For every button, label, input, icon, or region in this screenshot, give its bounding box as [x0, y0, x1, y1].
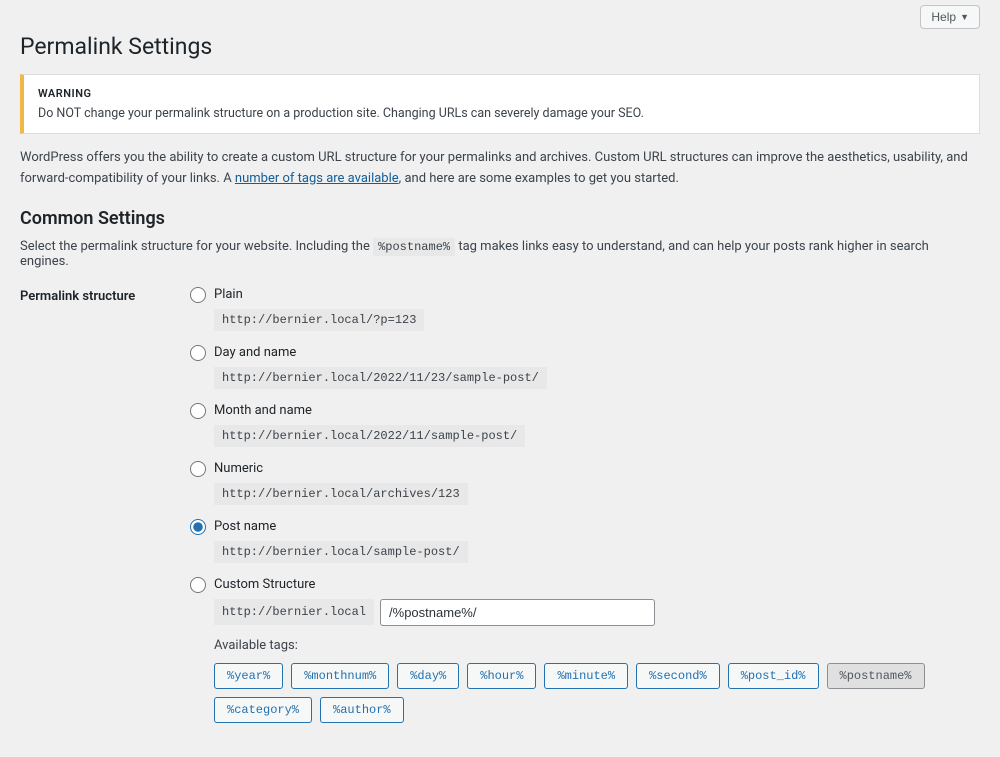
- tag-post-id[interactable]: %post_id%: [728, 663, 819, 689]
- example-postname: http://bernier.local/sample-post/: [214, 541, 468, 563]
- label-plain[interactable]: Plain: [214, 287, 243, 302]
- tag-monthnum[interactable]: %monthnum%: [291, 663, 389, 689]
- option-plain: Plain http://bernier.local/?p=123: [190, 287, 980, 331]
- option-postname: Post name http://bernier.local/sample-po…: [190, 519, 980, 563]
- radio-dayname[interactable]: [190, 345, 206, 361]
- tag-year[interactable]: %year%: [214, 663, 283, 689]
- tags-available-link[interactable]: number of tags are available: [235, 171, 399, 186]
- custom-structure-input[interactable]: [380, 599, 655, 626]
- tag-minute[interactable]: %minute%: [544, 663, 628, 689]
- custom-base: http://bernier.local: [214, 599, 374, 625]
- help-button[interactable]: Help ▼: [920, 5, 980, 29]
- help-label: Help: [931, 10, 956, 24]
- label-numeric[interactable]: Numeric: [214, 461, 263, 476]
- warning-notice: WARNING Do NOT change your permalink str…: [20, 74, 980, 134]
- example-numeric: http://bernier.local/archives/123: [214, 483, 468, 505]
- chevron-down-icon: ▼: [960, 12, 969, 22]
- tag-day[interactable]: %day%: [397, 663, 459, 689]
- radio-numeric[interactable]: [190, 461, 206, 477]
- example-dayname: http://bernier.local/2022/11/23/sample-p…: [214, 367, 547, 389]
- example-plain: http://bernier.local/?p=123: [214, 309, 424, 331]
- label-postname[interactable]: Post name: [214, 519, 276, 534]
- common-settings-heading: Common Settings: [20, 208, 980, 229]
- option-dayname: Day and name http://bernier.local/2022/1…: [190, 345, 980, 389]
- radio-monthname[interactable]: [190, 403, 206, 419]
- option-custom: Custom Structure http://bernier.local Av…: [190, 577, 980, 723]
- permalink-options: Plain http://bernier.local/?p=123 Day an…: [190, 287, 980, 737]
- tag-second[interactable]: %second%: [636, 663, 720, 689]
- warning-body: Do NOT change your permalink structure o…: [38, 106, 965, 121]
- intro-text: WordPress offers you the ability to crea…: [20, 148, 980, 190]
- warning-title: WARNING: [38, 87, 965, 100]
- available-tags: %year% %monthnum% %day% %hour% %minute% …: [214, 663, 980, 723]
- radio-postname[interactable]: [190, 519, 206, 535]
- label-monthname[interactable]: Month and name: [214, 403, 312, 418]
- tag-hour[interactable]: %hour%: [467, 663, 536, 689]
- common-settings-subtext: Select the permalink structure for your …: [20, 239, 980, 269]
- page-title: Permalink Settings: [20, 33, 980, 60]
- permalink-structure-label: Permalink structure: [20, 287, 190, 304]
- tag-category[interactable]: %category%: [214, 697, 312, 723]
- example-monthname: http://bernier.local/2022/11/sample-post…: [214, 425, 525, 447]
- option-monthname: Month and name http://bernier.local/2022…: [190, 403, 980, 447]
- radio-custom[interactable]: [190, 577, 206, 593]
- tag-author[interactable]: %author%: [320, 697, 404, 723]
- label-dayname[interactable]: Day and name: [214, 345, 296, 360]
- option-numeric: Numeric http://bernier.local/archives/12…: [190, 461, 980, 505]
- label-custom[interactable]: Custom Structure: [214, 577, 315, 592]
- radio-plain[interactable]: [190, 287, 206, 303]
- postname-code: %postname%: [373, 238, 455, 256]
- available-tags-label: Available tags:: [214, 638, 980, 653]
- tag-postname[interactable]: %postname%: [827, 663, 925, 689]
